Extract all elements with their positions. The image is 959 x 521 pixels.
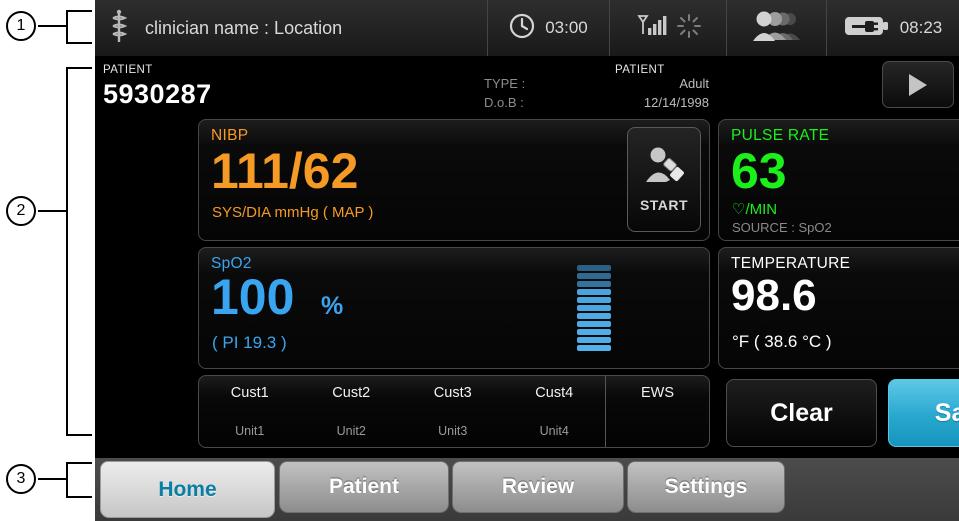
tab-label: Patient — [328, 475, 399, 498]
patient-cuff-icon — [641, 146, 687, 193]
tab-review[interactable]: Review — [452, 461, 624, 513]
clear-button[interactable]: Clear — [726, 379, 877, 447]
custom-unit: Unit4 — [539, 424, 569, 438]
start-label: START — [639, 197, 689, 213]
battery-charging-icon — [844, 13, 890, 44]
temperature-panel[interactable]: TEMPERATURE 98.6 °F ( 38.6 °C ) — [718, 247, 959, 369]
custom-button-3[interactable]: Cust3 Unit3 — [402, 376, 504, 447]
spo2-perfusion-index: ( PI 19.3 ) — [212, 333, 287, 352]
tab-home[interactable]: Home — [100, 461, 275, 518]
spinner-icon — [676, 13, 702, 44]
nibp-value: 111/62 — [211, 143, 359, 199]
patient-label-left: PATIENT — [103, 64, 153, 76]
callout-leader-3 — [38, 478, 66, 480]
custom-name: Cust2 — [332, 385, 371, 401]
patient-type-row: TYPE : Adult — [484, 76, 709, 91]
callout-bracket-2 — [66, 67, 94, 436]
pulse-unit: ♡/MIN — [732, 201, 778, 218]
bottom-tab-bar: Home Patient Review Settings — [95, 458, 959, 521]
patient-label-right: PATIENT — [615, 64, 665, 76]
custom-name: Cust1 — [230, 385, 269, 401]
next-patient-button[interactable] — [882, 61, 954, 108]
battery-cell[interactable]: 08:23 — [827, 0, 959, 56]
custom-unit: Unit3 — [438, 424, 468, 438]
patients-cell[interactable] — [727, 0, 827, 56]
spo2-percent-unit: % — [321, 292, 344, 320]
tab-label: Settings — [664, 475, 748, 498]
ews-button[interactable]: EWS — [605, 376, 709, 447]
connectivity-cell[interactable] — [610, 0, 727, 56]
tab-label: Home — [158, 477, 217, 501]
custom-button-4[interactable]: Cust4 Unit4 — [504, 376, 606, 447]
temperature-value: 98.6 — [731, 271, 817, 320]
callout-leader-2 — [38, 210, 66, 212]
ews-label: EWS — [640, 385, 675, 401]
callout-marker-2: 2 — [6, 196, 36, 226]
custom-unit: Unit1 — [235, 424, 265, 438]
timer-value: 03:00 — [545, 18, 588, 37]
custom-button-2[interactable]: Cust2 Unit2 — [301, 376, 403, 447]
device-screen: clinician name : Location 03:00 08:23 PA… — [95, 0, 959, 521]
clock-icon — [509, 13, 535, 44]
pulse-amplitude-bar — [577, 265, 611, 353]
tab-patient[interactable]: Patient — [279, 461, 449, 513]
callout-number: 2 — [16, 202, 26, 219]
status-bar: clinician name : Location 03:00 08:23 — [95, 0, 959, 56]
play-icon — [909, 73, 927, 96]
nibp-start-button[interactable]: START — [627, 127, 701, 232]
clinician-cell[interactable]: clinician name : Location — [95, 0, 488, 56]
pulse-rate-panel[interactable]: PULSE RATE 63 ♡/MIN SOURCE : SpO2 — [718, 119, 959, 241]
wifi-signal-icon — [634, 12, 668, 45]
callout-marker-3: 3 — [6, 464, 36, 494]
nibp-panel[interactable]: NIBP 111/62 SYS/DIA mmHg ( MAP ) START — [198, 119, 710, 241]
callout-bracket-3 — [66, 462, 94, 498]
save-label: Save — [934, 398, 959, 427]
battery-value: 08:23 — [899, 18, 943, 37]
patient-dob-value: 12/14/1998 — [643, 95, 709, 110]
custom-name: Cust4 — [535, 385, 574, 401]
callout-number: 1 — [16, 17, 26, 34]
patient-header: PATIENT 5930287 PATIENT TYPE : Adult D.o… — [95, 56, 959, 118]
spo2-value: 100 — [211, 269, 295, 325]
screenshot-root: 1 2 3 clinician name: Location 03:00 08… — [0, 0, 959, 521]
spo2-panel[interactable]: SpO2 100 % ( PI 19.3 ) — [198, 247, 710, 369]
tab-label: Review — [501, 475, 575, 498]
patient-dob-row: D.o.B : 12/14/1998 — [484, 95, 709, 110]
temperature-unit: °F ( 38.6 °C ) — [732, 332, 832, 351]
timer-cell[interactable]: 03:00 — [488, 0, 610, 56]
patient-id[interactable]: 5930287 — [103, 79, 212, 110]
patients-icon — [750, 10, 804, 47]
patient-type-key: TYPE : — [484, 76, 526, 91]
pulse-source: SOURCE : SpO2 — [732, 220, 832, 235]
callout-marker-1: 1 — [6, 11, 36, 41]
callout-number: 3 — [16, 470, 26, 487]
callout-leader-1 — [38, 25, 66, 27]
custom-unit: Unit2 — [336, 424, 366, 438]
custom-parameters-row: Cust1 Unit1 Cust2 Unit2 Cust3 Unit3 Cust… — [198, 375, 710, 448]
caduceus-icon — [109, 9, 129, 48]
callout-bracket-1 — [66, 10, 94, 44]
nibp-unit: SYS/DIA mmHg ( MAP ) — [212, 204, 374, 221]
clinician-label: clinician name : Location — [145, 17, 343, 38]
pulse-value: 63 — [731, 143, 787, 199]
patient-type-value: Adult — [679, 76, 709, 91]
clear-label: Clear — [770, 398, 833, 427]
custom-name: Cust3 — [433, 385, 472, 401]
tab-settings[interactable]: Settings — [627, 461, 785, 513]
save-button[interactable]: Save — [888, 379, 959, 447]
custom-button-1[interactable]: Cust1 Unit1 — [199, 376, 301, 447]
patient-dob-key: D.o.B : — [484, 95, 524, 110]
